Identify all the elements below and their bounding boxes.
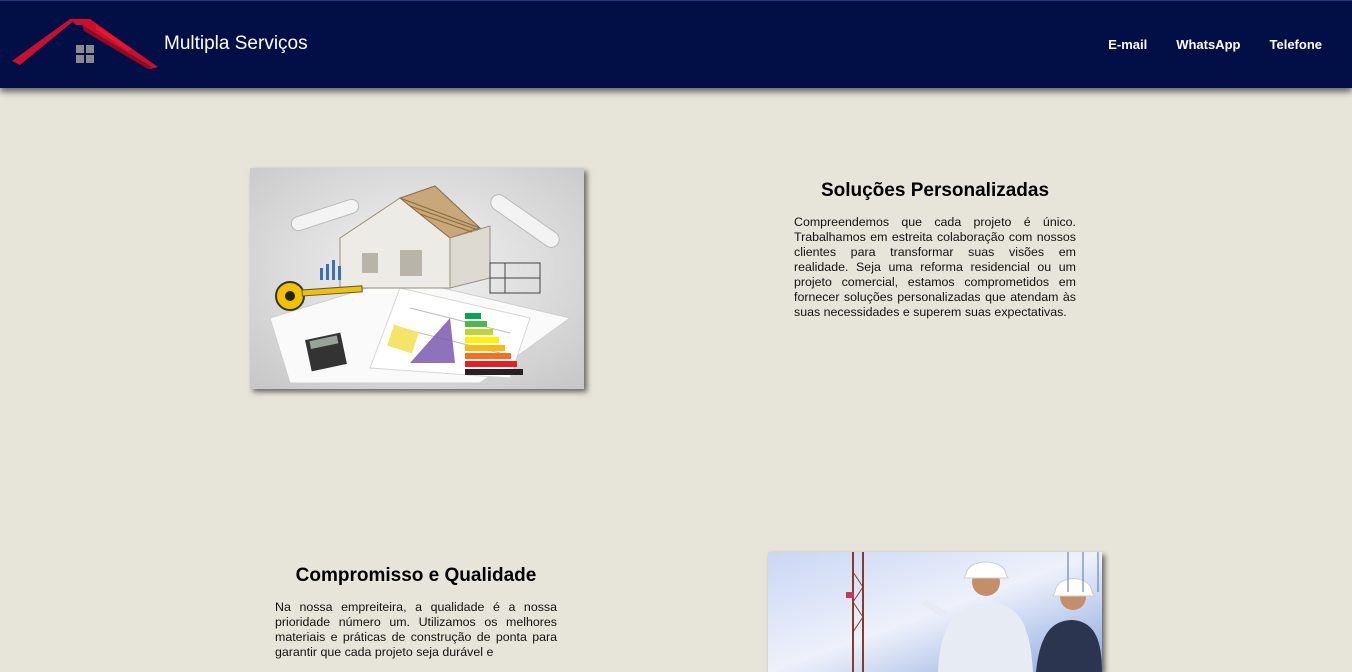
nav-email-link[interactable]: E-mail: [1108, 37, 1147, 52]
nav-whatsapp-link[interactable]: WhatsApp: [1176, 37, 1240, 52]
main-nav: E-mail WhatsApp Telefone: [1108, 37, 1322, 52]
engineers-construction-image: [768, 552, 1102, 672]
section-text-solucoes: Compreendemos que cada projeto é único. …: [794, 215, 1076, 319]
nav-telefone-link[interactable]: Telefone: [1270, 37, 1323, 52]
section-title-compromisso: Compromisso e Qualidade: [295, 565, 537, 586]
brand-name[interactable]: Multipla Serviços: [164, 33, 308, 55]
site-header: Multipla Serviços E-mail WhatsApp Telefo…: [0, 0, 1352, 88]
section-text-compromisso: Na nossa empreiteira, a qualidade é a no…: [275, 600, 557, 659]
section-title-solucoes: Soluções Personalizadas: [820, 180, 1050, 201]
house-logo-icon[interactable]: [12, 15, 158, 71]
house-blueprint-image: [250, 168, 584, 389]
